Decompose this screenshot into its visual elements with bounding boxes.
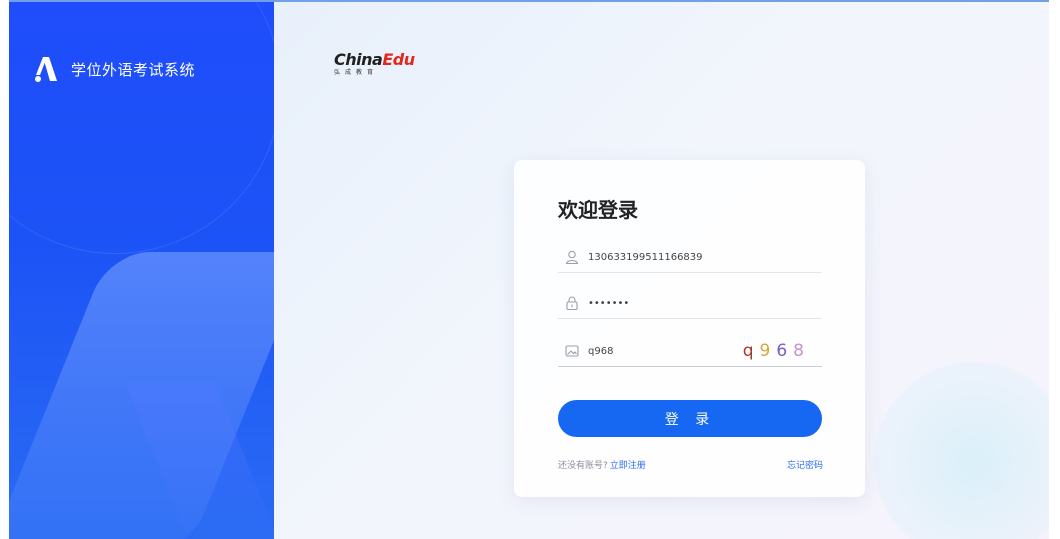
lock-icon — [566, 296, 578, 311]
main-area: ChinaEdu 弘成教育 欢迎登录 130633199511166839 ••… — [274, 2, 1049, 539]
app-title: 学位外语考试系统 — [71, 60, 196, 79]
captcha-field[interactable]: q968 q968 — [558, 336, 822, 367]
login-button[interactable]: 登 录 — [558, 400, 822, 437]
image-icon — [565, 345, 579, 357]
sidebar-decoration-ring — [9, 2, 274, 254]
username-field[interactable]: 130633199511166839 — [558, 242, 822, 273]
register-prompt: 还没有账号? 立即注册 — [558, 458, 646, 471]
background-glow — [874, 362, 1049, 539]
password-value: ••••••• — [588, 297, 630, 309]
captcha-image[interactable]: q968 — [743, 341, 810, 361]
captcha-char: q — [742, 341, 760, 361]
no-account-text: 还没有账号? — [558, 461, 608, 471]
register-link[interactable]: 立即注册 — [610, 461, 646, 471]
brand: 学位外语考试系统 — [35, 55, 195, 83]
user-icon — [565, 250, 579, 265]
login-title: 欢迎登录 — [558, 198, 638, 222]
sidebar-panel: 学位外语考试系统 — [9, 2, 274, 539]
password-field[interactable]: ••••••• — [558, 288, 822, 319]
right-frame — [1049, 0, 1060, 539]
login-card: 欢迎登录 130633199511166839 ••••••• q968 q96… — [514, 160, 865, 497]
forgot-password-link[interactable]: 忘记密码 — [787, 458, 823, 471]
captcha-char: 9 — [759, 341, 777, 361]
chinaedu-word-edu: Edu — [382, 50, 415, 69]
captcha-input-value: q968 — [588, 345, 614, 357]
username-value: 130633199511166839 — [588, 251, 703, 263]
a-triangle-logo-icon — [35, 57, 57, 82]
captcha-char: 6 — [776, 341, 794, 361]
chinaedu-logo: ChinaEdu 弘成教育 — [334, 50, 415, 76]
captcha-char: 8 — [793, 341, 810, 361]
left-frame — [0, 0, 9, 539]
